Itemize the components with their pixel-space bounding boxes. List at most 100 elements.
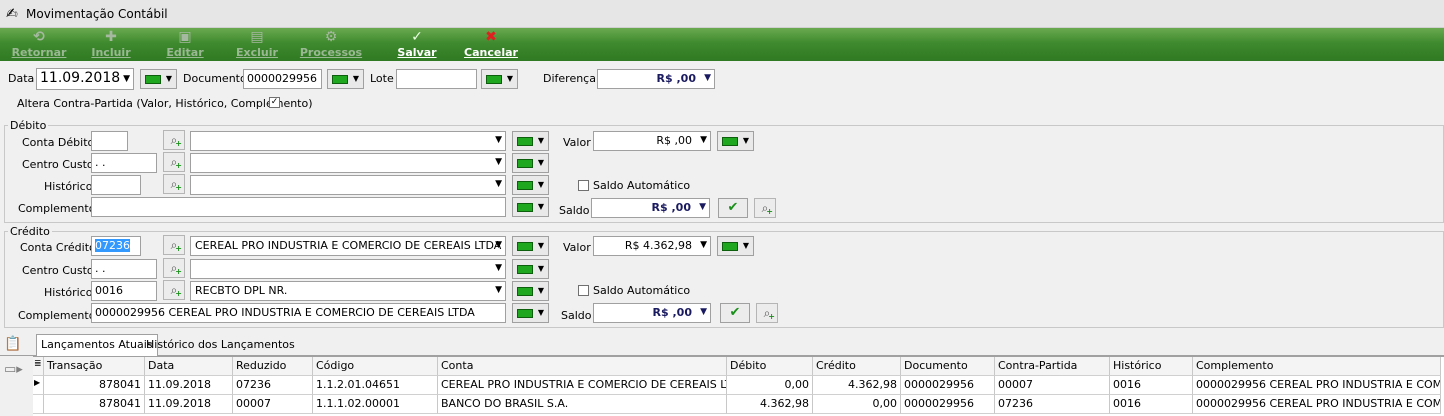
saldo-credito-lookup-button[interactable]: ⌕ + [756,303,778,323]
col-credito[interactable]: Crédito [813,357,901,376]
table-cell[interactable]: 1.1.2.01.04651 [313,376,438,395]
incluir-button[interactable]: ✚ Incluir [84,28,138,61]
table-cell[interactable]: CEREAL PRO INDUSTRIA E COMERCIO DE CEREA… [438,376,727,395]
clipboard-icon[interactable]: 📋 [4,334,24,354]
centro-custo-credito-lookup-button[interactable]: ⌕ + [163,258,185,278]
col-conta[interactable]: Conta [438,357,727,376]
col-documento[interactable]: Documento [901,357,995,376]
table-cell[interactable]: BANCO DO BRASIL S.A. [438,395,727,414]
conta-credito-flag-button[interactable]: ▼ [512,236,549,256]
table-cell[interactable]: 4.362,98 [813,376,901,395]
chevron-down-icon: ▼ [742,136,749,145]
documento-input[interactable]: 0000029956 [243,69,322,89]
excluir-button[interactable]: ▤ Excluir [230,28,284,61]
salvar-button[interactable]: ✓ Salvar [388,28,446,61]
valor-credito-flag-button[interactable]: ▼ [717,236,754,256]
row-indicator-icon[interactable]: ▶ [33,376,44,395]
tab-historico-lancamentos[interactable]: Histórico dos Lançamentos [142,335,299,355]
col-historico[interactable]: Histórico [1110,357,1193,376]
data-date-picker[interactable]: 11.09.2018 ▼ [36,68,134,90]
col-debito[interactable]: Débito [727,357,813,376]
conta-debito-input[interactable] [91,131,128,151]
side-panel-icon[interactable]: ▭▸ [4,362,26,380]
lote-input[interactable] [396,69,477,89]
diferenca-field[interactable]: R$ ,00 ▼ [597,69,715,89]
complemento-credito-flag-button[interactable]: ▼ [512,303,549,323]
table-cell[interactable]: 00007 [995,376,1110,395]
saldo-debito-confirm-button[interactable]: ✔ [718,198,748,218]
centro-custo-debito-flag-button[interactable]: ▼ [512,153,549,173]
valor-credito-field[interactable]: R$ 4.362,98 ▼ [593,236,711,256]
chevron-down-icon: ▼ [537,180,544,189]
col-codigo[interactable]: Código [313,357,438,376]
processos-button[interactable]: ⚙ Processos [298,28,364,61]
table-row[interactable]: 878041 [44,395,145,414]
historico-credito-lookup-button[interactable]: ⌕ + [163,280,185,300]
historico-debito-select[interactable]: ▼ [190,175,506,195]
table-cell[interactable]: 1.1.1.02.00001 [313,395,438,414]
tab-lancamentos-atuais[interactable]: Lançamentos Atuais [36,334,158,356]
valor-debito-field[interactable]: R$ ,00 ▼ [593,131,711,151]
col-reduzido[interactable]: Reduzido [233,357,313,376]
cancelar-button[interactable]: ✖ Cancelar [460,28,522,61]
centro-custo-debito-input[interactable]: . . [91,153,157,173]
table-cell[interactable]: 0016 [1110,395,1193,414]
complemento-debito-input[interactable] [91,197,506,217]
table-cell[interactable]: 4.362,98 [727,395,813,414]
lote-flag-button[interactable]: ▼ [481,69,518,89]
editar-button[interactable]: ▣ Editar [158,28,212,61]
data-flag-button[interactable]: ▼ [140,69,177,89]
table-cell[interactable]: 0000029956 [901,395,995,414]
saldo-credito-field[interactable]: R$ ,00 ▼ [593,303,711,323]
table-cell[interactable]: 11.09.2018 [145,376,233,395]
documento-flag-button[interactable]: ▼ [327,69,364,89]
table-cell[interactable]: 07236 [995,395,1110,414]
conta-debito-lookup-button[interactable]: ⌕ + [163,130,185,150]
conta-debito-select[interactable]: ▼ [190,131,506,151]
centro-custo-credito-flag-button[interactable]: ▼ [512,259,549,279]
col-complemento[interactable]: Complemento [1193,357,1441,376]
col-transacao[interactable]: Transação [44,357,145,376]
altera-contra-partida-checkbox[interactable]: ✓ [269,97,280,108]
row-indicator[interactable] [33,395,44,414]
table-cell[interactable]: 07236 [233,376,313,395]
saldo-automatico-credito-checkbox[interactable] [578,285,589,296]
table-cell[interactable]: 0000029956 [901,376,995,395]
retornar-button[interactable]: ⟲ Retornar [8,28,70,61]
complemento-credito-input[interactable]: 0000029956 CEREAL PRO INDUSTRIA E COMERC… [91,303,506,323]
col-data[interactable]: Data [145,357,233,376]
historico-credito-flag-button[interactable]: ▼ [512,281,549,301]
conta-debito-flag-button[interactable]: ▼ [512,131,549,151]
col-contra-partida[interactable]: Contra-Partida [995,357,1110,376]
flag-icon [722,242,738,251]
valor-debito-flag-button[interactable]: ▼ [717,131,754,151]
diferenca-label: Diferença [543,72,596,85]
centro-custo-credito-input[interactable]: . . [91,259,157,279]
table-cell[interactable]: 0,00 [813,395,901,414]
conta-credito-input[interactable]: 07236 [91,236,141,256]
table-cell[interactable]: 0016 [1110,376,1193,395]
table-cell[interactable]: 11.09.2018 [145,395,233,414]
historico-debito-input[interactable] [91,175,141,195]
saldo-debito-lookup-button[interactable]: ⌕ + [754,198,776,218]
conta-credito-lookup-button[interactable]: ⌕ + [163,235,185,255]
table-cell[interactable]: 0000029956 CEREAL PRO INDUSTRIA E COMEI [1193,395,1441,414]
credito-title: Crédito [8,225,52,238]
saldo-credito-confirm-button[interactable]: ✔ [720,303,750,323]
complemento-debito-flag-button[interactable]: ▼ [512,197,549,217]
saldo-debito-field[interactable]: R$ ,00 ▼ [591,198,710,218]
table-row[interactable]: 878041 [44,376,145,395]
saldo-automatico-debito-checkbox[interactable] [578,180,589,191]
centro-custo-debito-select[interactable]: ▼ [190,153,506,173]
centro-custo-debito-lookup-button[interactable]: ⌕ + [163,152,185,172]
conta-credito-select[interactable]: CEREAL PRO INDUSTRIA E COMERCIO DE CEREA… [190,236,506,256]
historico-debito-flag-button[interactable]: ▼ [512,175,549,195]
historico-credito-select[interactable]: RECBTO DPL NR. ▼ [190,281,506,301]
table-cell[interactable]: 0000029956 CEREAL PRO INDUSTRIA E COMEI [1193,376,1441,395]
historico-debito-lookup-button[interactable]: ⌕ + [163,174,185,194]
centro-custo-credito-select[interactable]: ▼ [190,259,506,279]
historico-credito-input[interactable]: 0016 [91,281,157,301]
table-cell[interactable]: 00007 [233,395,313,414]
flag-icon [517,242,533,251]
table-cell[interactable]: 0,00 [727,376,813,395]
